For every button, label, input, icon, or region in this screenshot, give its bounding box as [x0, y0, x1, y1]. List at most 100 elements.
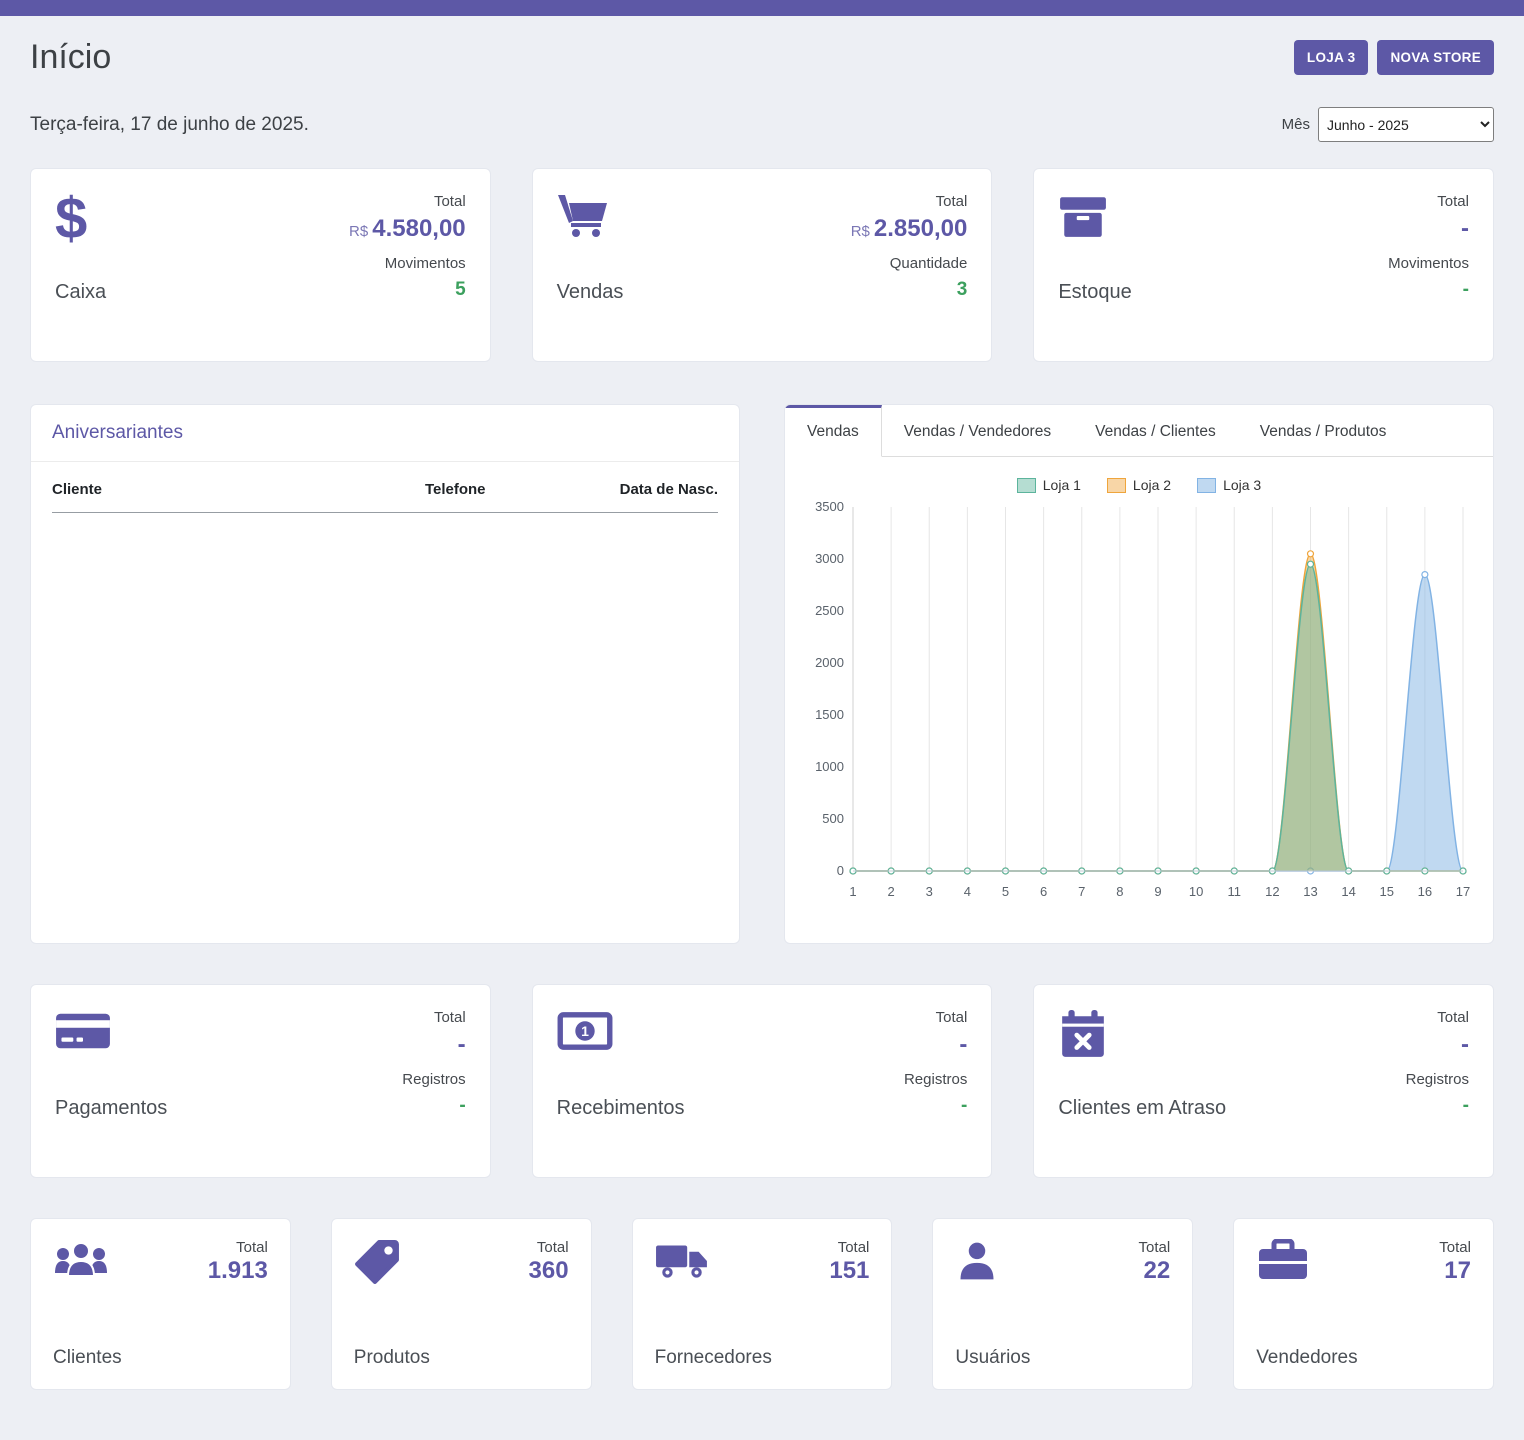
- credit-card-icon: [55, 1009, 167, 1069]
- total-value: -: [402, 1031, 465, 1059]
- vendas-card: Vendas Total R$2.850,00 Quantidade 3: [532, 168, 993, 362]
- card-title: Vendedores: [1256, 1347, 1471, 1369]
- briefcase-icon: [1256, 1239, 1310, 1288]
- current-date: Terça-feira, 17 de junho de 2025.: [30, 114, 309, 136]
- total-value: 360: [529, 1257, 569, 1284]
- total-label: Total: [537, 1239, 569, 1256]
- page-title: Início: [30, 38, 111, 77]
- sub-value: 3: [851, 279, 968, 301]
- middle-panels: Aniversariantes Cliente Telefone Data de…: [30, 404, 1494, 944]
- clientes-em-atraso-card: Clientes em Atraso Total - Registros -: [1033, 984, 1494, 1178]
- top-accent-bar: [0, 0, 1524, 16]
- total-label: Total: [851, 193, 968, 210]
- total-label: Total: [1406, 1009, 1469, 1026]
- total-label: Total: [1388, 193, 1469, 210]
- total-value: 151: [829, 1257, 869, 1284]
- sub-label: Registros: [1406, 1071, 1469, 1088]
- svg-text:1: 1: [849, 884, 856, 899]
- svg-text:14: 14: [1341, 884, 1355, 899]
- legend-label: Loja 3: [1223, 477, 1261, 493]
- total-value: 1.913: [208, 1257, 268, 1284]
- month-label: Mês: [1282, 116, 1310, 133]
- estoque-card: Estoque Total - Movimentos -: [1033, 168, 1494, 362]
- tab-vendas[interactable]: Vendas: [785, 405, 882, 457]
- store-button-loja3[interactable]: LOJA 3: [1294, 40, 1369, 75]
- legend-swatch: [1017, 478, 1036, 493]
- month-filter: Mês Junho - 2025: [1282, 107, 1494, 142]
- svg-text:3: 3: [926, 884, 933, 899]
- total-value: R$2.850,00: [851, 215, 968, 243]
- svg-text:2500: 2500: [815, 603, 844, 618]
- card-title: Fornecedores: [655, 1347, 870, 1369]
- column-cliente: Cliente: [52, 467, 425, 513]
- card-title: Usuários: [955, 1347, 1170, 1369]
- svg-text:2: 2: [888, 884, 895, 899]
- svg-text:5: 5: [1002, 884, 1009, 899]
- sub-value: -: [904, 1095, 967, 1117]
- user-icon: [955, 1239, 999, 1288]
- bottom-cards-row: Total 1.913 Clientes Total 360 Pr: [30, 1218, 1494, 1390]
- total-label: Total: [349, 193, 466, 210]
- users-icon: [53, 1239, 109, 1286]
- money-bill-icon: 1: [557, 1009, 685, 1069]
- store-button-nova-store[interactable]: NOVA STORE: [1377, 40, 1494, 75]
- sales-chart-panel: Vendas Vendas / Vendedores Vendas / Clie…: [784, 404, 1494, 944]
- tab-vendas-clientes[interactable]: Vendas / Clientes: [1073, 405, 1238, 457]
- svg-text:12: 12: [1265, 884, 1279, 899]
- clientes-card: Total 1.913 Clientes: [30, 1218, 291, 1390]
- total-label: Total: [1139, 1239, 1171, 1256]
- svg-text:4: 4: [964, 884, 971, 899]
- total-label: Total: [904, 1009, 967, 1026]
- svg-text:16: 16: [1418, 884, 1432, 899]
- svg-text:17: 17: [1456, 884, 1470, 899]
- svg-text:3000: 3000: [815, 551, 844, 566]
- column-telefone: Telefone: [425, 467, 572, 513]
- total-label: Total: [402, 1009, 465, 1026]
- produtos-card: Total 360 Produtos: [331, 1218, 592, 1390]
- total-label: Total: [838, 1239, 870, 1256]
- svg-text:15: 15: [1380, 884, 1394, 899]
- pagamentos-card: Pagamentos Total - Registros -: [30, 984, 491, 1178]
- legend-swatch: [1107, 478, 1126, 493]
- legend-item[interactable]: Loja 2: [1107, 477, 1171, 493]
- sub-value: 5: [349, 279, 466, 301]
- tab-vendas-vendedores[interactable]: Vendas / Vendedores: [882, 405, 1073, 457]
- birthdays-panel: Aniversariantes Cliente Telefone Data de…: [30, 404, 740, 944]
- total-value: -: [904, 1031, 967, 1059]
- month-select[interactable]: Junho - 2025: [1318, 107, 1494, 142]
- chart-legend: Loja 1 Loja 2 Loja 3: [803, 463, 1475, 495]
- svg-text:500: 500: [822, 811, 844, 826]
- card-title: Produtos: [354, 1347, 569, 1369]
- svg-text:9: 9: [1154, 884, 1161, 899]
- card-title: Clientes: [53, 1347, 268, 1369]
- vendedores-card: Total 17 Vendedores: [1233, 1218, 1494, 1390]
- legend-item[interactable]: Loja 3: [1197, 477, 1261, 493]
- tab-vendas-produtos[interactable]: Vendas / Produtos: [1238, 405, 1409, 457]
- card-title: Clientes em Atraso: [1058, 1097, 1226, 1120]
- card-title: Estoque: [1058, 281, 1131, 304]
- total-value: R$4.580,00: [349, 215, 466, 243]
- fornecedores-card: Total 151 Fornecedores: [632, 1218, 893, 1390]
- svg-text:13: 13: [1303, 884, 1317, 899]
- truck-icon: [655, 1239, 709, 1286]
- svg-text:7: 7: [1078, 884, 1085, 899]
- sub-label: Movimentos: [1388, 255, 1469, 272]
- total-value: -: [1406, 1031, 1469, 1059]
- sub-label: Quantidade: [851, 255, 968, 272]
- legend-item[interactable]: Loja 1: [1017, 477, 1081, 493]
- sub-label: Registros: [904, 1071, 967, 1088]
- shopping-cart-icon: [557, 193, 624, 253]
- chart-area: Loja 1Loja 2Loja 3 050010001500200025003…: [785, 457, 1493, 910]
- birthdays-title: Aniversariantes: [31, 405, 739, 462]
- sub-value: -: [1388, 279, 1469, 301]
- total-value: -: [1388, 215, 1469, 243]
- total-value: 22: [1143, 1257, 1170, 1284]
- card-title: Vendas: [557, 281, 624, 304]
- card-title: Recebimentos: [557, 1097, 685, 1120]
- box-icon: [1058, 193, 1131, 253]
- svg-text:3500: 3500: [815, 499, 844, 514]
- legend-label: Loja 2: [1133, 477, 1171, 493]
- svg-text:11: 11: [1228, 884, 1242, 899]
- sub-header: Terça-feira, 17 de junho de 2025. Mês Ju…: [30, 107, 1494, 142]
- tabs-filler: [1408, 405, 1493, 457]
